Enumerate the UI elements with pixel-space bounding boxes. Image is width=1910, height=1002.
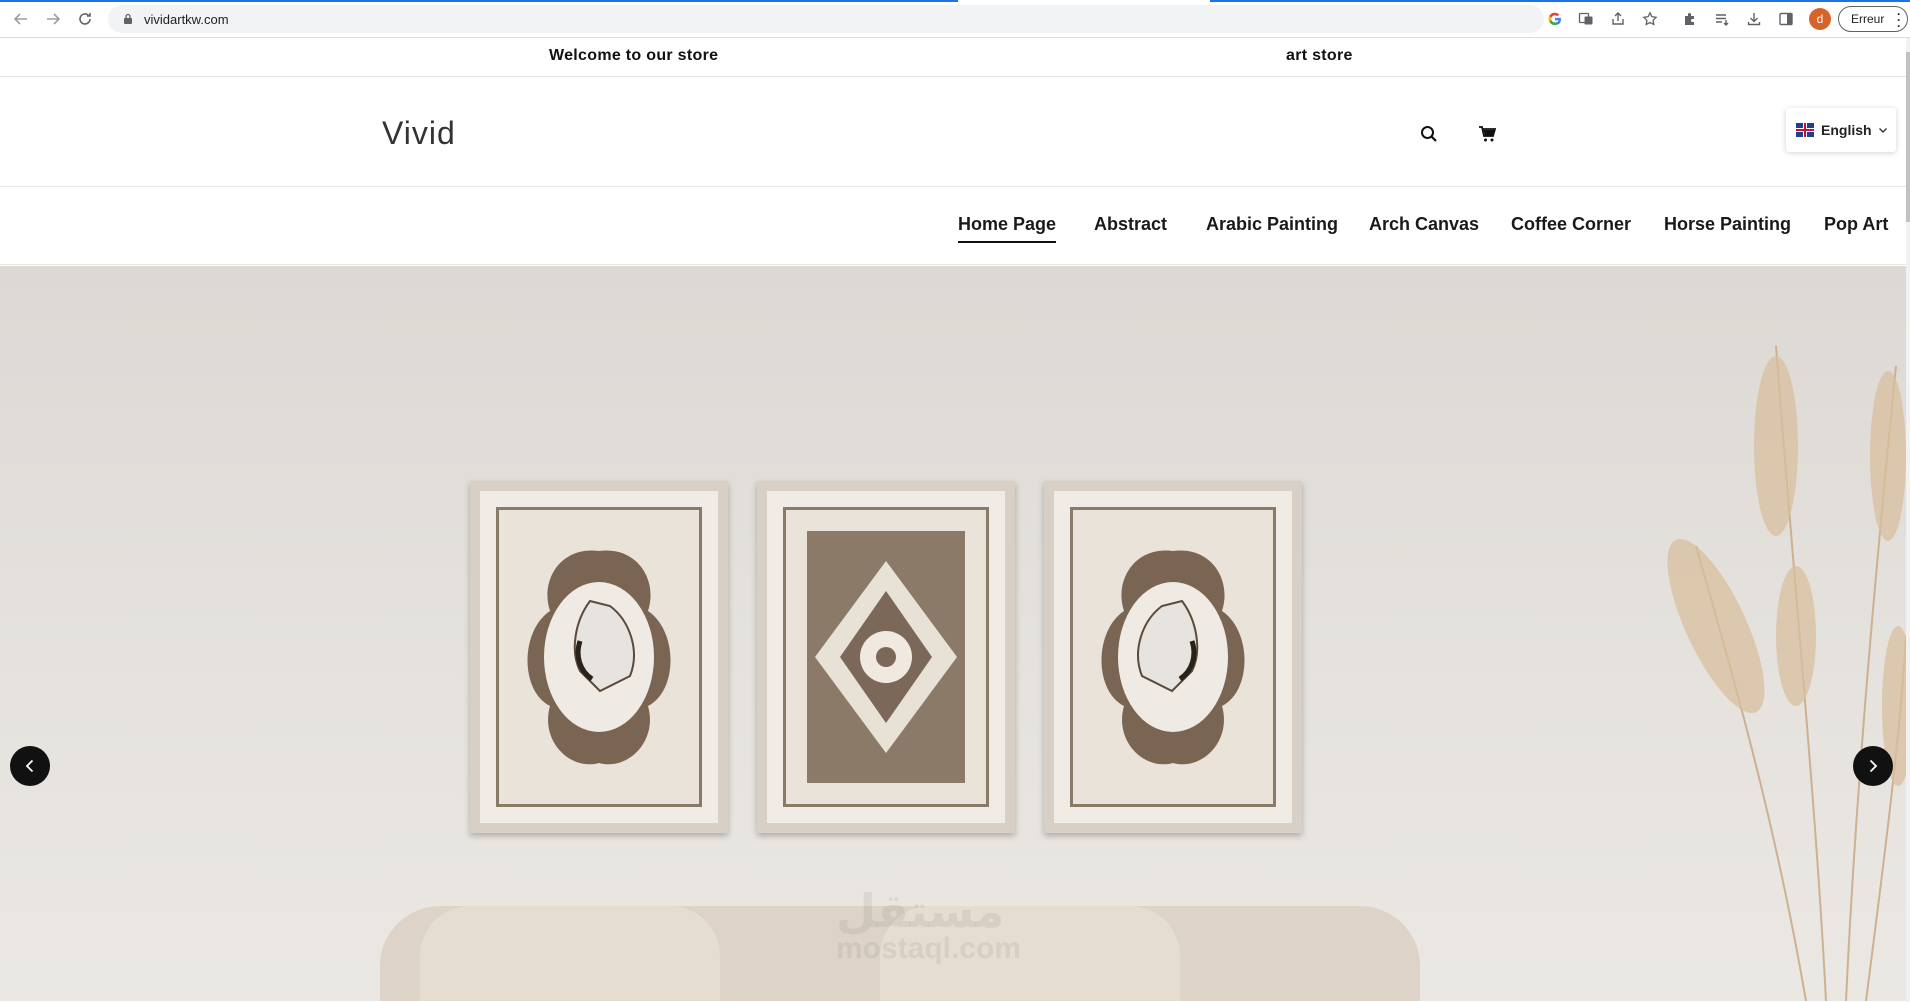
cart-icon[interactable] xyxy=(1476,123,1498,145)
nav-coffee-corner[interactable]: Coffee Corner xyxy=(1511,214,1631,235)
watermark-latin: mostaql.com xyxy=(836,932,1022,965)
chevron-left-icon xyxy=(25,759,34,773)
download-icon[interactable] xyxy=(1744,9,1764,29)
error-label: Erreur xyxy=(1851,12,1885,26)
hero-slider: مستقل mostaql.com xyxy=(0,266,1906,1001)
page-scrollbar[interactable] xyxy=(1906,38,1910,1002)
search-icon[interactable] xyxy=(1418,123,1440,145)
announcement-bar: Welcome to our store art store xyxy=(0,38,1906,77)
reload-icon xyxy=(79,13,91,25)
forward-button[interactable] xyxy=(42,8,64,30)
language-selector[interactable]: English xyxy=(1786,108,1896,152)
browser-toolbar: vividartkw.com d Erreur · · · xyxy=(0,0,1910,38)
url-text: vividartkw.com xyxy=(144,11,229,27)
watermark: مستقل mostaql.com xyxy=(836,884,1021,966)
profile-avatar[interactable]: d xyxy=(1809,8,1831,30)
site-logo[interactable]: Vivid xyxy=(382,115,456,152)
more-menu-icon[interactable]: · · · xyxy=(1897,8,1901,32)
share-icon[interactable] xyxy=(1608,9,1628,29)
reading-list-icon[interactable] xyxy=(1712,9,1732,29)
watermark-arabic: مستقل xyxy=(836,885,1005,937)
reload-button[interactable] xyxy=(74,8,96,30)
side-panel-icon[interactable] xyxy=(1776,9,1796,29)
lock-icon xyxy=(124,13,132,24)
loading-bar xyxy=(0,0,958,2)
translate-icon[interactable] xyxy=(1576,9,1596,29)
language-label: English xyxy=(1821,122,1872,138)
announcement-art-store: art store xyxy=(1286,47,1353,64)
main-navigation: Home Page Abstract Arabic Painting Arch … xyxy=(0,187,1906,265)
canvas-horse-left xyxy=(470,481,728,833)
slider-prev-button[interactable] xyxy=(10,746,50,786)
address-bar[interactable]: vividartkw.com xyxy=(108,5,1544,33)
announcement-welcome: Welcome to our store xyxy=(549,47,719,64)
chevron-down-icon xyxy=(1878,128,1887,133)
chevron-right-icon xyxy=(1869,759,1878,773)
nav-arabic-painting[interactable]: Arabic Painting xyxy=(1206,214,1338,235)
slider-next-button[interactable] xyxy=(1853,746,1893,786)
site-header: Vivid English xyxy=(0,77,1906,187)
uk-flag-icon xyxy=(1796,123,1814,137)
nav-arch-canvas[interactable]: Arch Canvas xyxy=(1369,214,1479,235)
bookmark-star-icon[interactable] xyxy=(1640,9,1660,29)
scrollbar-thumb[interactable] xyxy=(1906,52,1910,222)
google-icon[interactable] xyxy=(1545,9,1565,29)
canvas-horse-right xyxy=(1044,481,1302,833)
extensions-puzzle-icon[interactable] xyxy=(1680,9,1700,29)
canvas-carpet-center xyxy=(757,481,1015,833)
arrow-left-icon xyxy=(13,13,27,25)
nav-home-page[interactable]: Home Page xyxy=(958,214,1057,243)
nav-abstract[interactable]: Abstract xyxy=(1094,214,1167,235)
pampas-grass-image xyxy=(1667,345,1906,1001)
nav-pop-art[interactable]: Pop Art xyxy=(1824,214,1888,235)
nav-horse-painting[interactable]: Horse Painting xyxy=(1664,214,1791,235)
error-button[interactable]: Erreur · · · xyxy=(1838,6,1908,32)
back-button[interactable] xyxy=(10,8,32,30)
loading-bar-segment xyxy=(1210,0,1910,2)
arrow-right-icon xyxy=(47,13,61,25)
